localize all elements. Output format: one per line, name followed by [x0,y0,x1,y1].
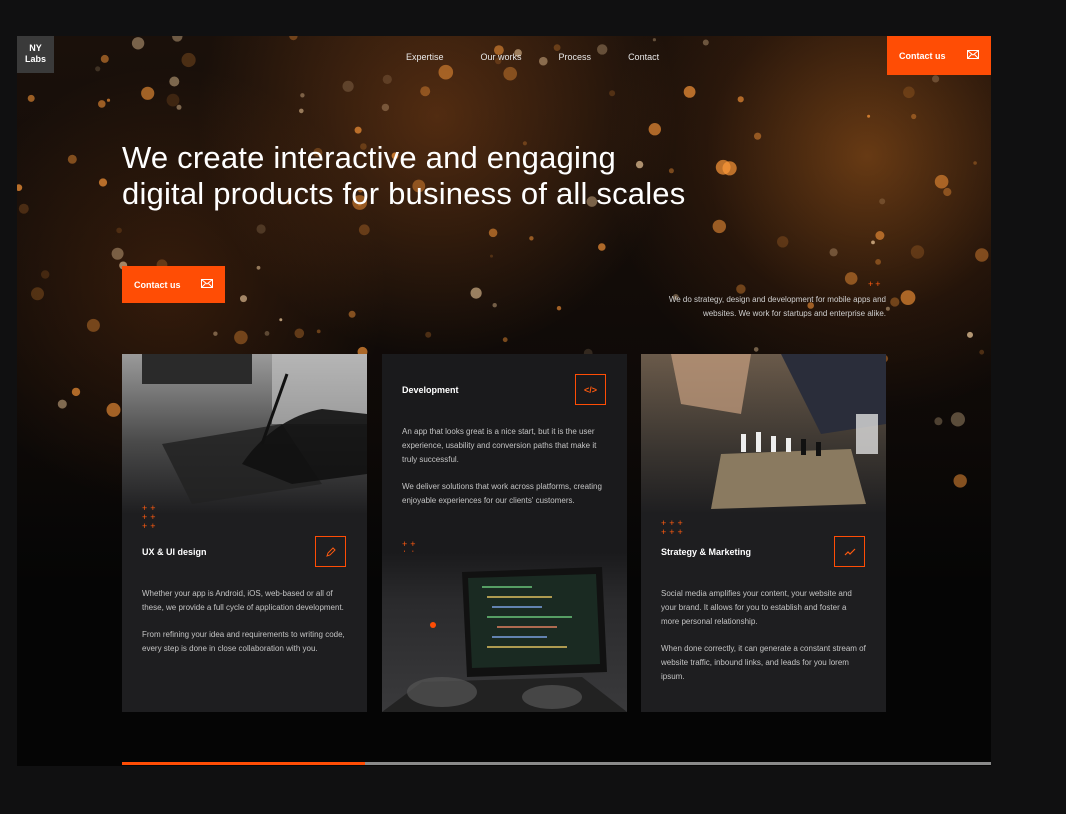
card-description: An app that looks great is a nice start,… [402,425,607,508]
plus-decoration-icon: ++ [868,279,883,289]
service-card-development[interactable]: Development </> An app that looks great … [382,354,627,712]
hero-title: We create interactive and engaging digit… [122,140,686,211]
card-paragraph: From refining your idea and requirements… [142,630,345,653]
hero-contact-label: Contact us [134,279,181,290]
page: NY Labs Expertise Our works Process Cont… [17,36,991,766]
card-paragraph: Social media amplifies your content, you… [661,589,852,626]
carousel-progress-bar[interactable] [122,762,991,765]
hero-contact-button[interactable]: Contact us [122,266,225,303]
logo[interactable]: NY Labs [17,36,54,73]
card-paragraph: An app that looks great is a nice start,… [402,427,597,464]
code-icon[interactable]: </> [575,374,606,405]
card-paragraph: When done correctly, it can generate a c… [661,644,866,681]
plus-grid-icon: ++++++ [142,503,159,531]
logo-line-1: NY [29,43,42,53]
mail-icon [201,279,213,288]
chess-strategy-photo [641,354,886,514]
hero-tagline: We do strategy, design and development f… [668,295,886,318]
laptop-code-photo [382,552,627,712]
pencil-icon[interactable] [315,536,346,567]
card-description: Whether your app is Android, iOS, web-ba… [142,587,347,656]
card-paragraph: We deliver solutions that work across pl… [402,482,602,505]
nav-process[interactable]: Process [559,52,592,62]
service-card-ux[interactable]: ++ ++ ++ UX & UI design Whether your app i… [122,354,367,712]
nav-contact[interactable]: Contact [628,52,659,62]
nav-expertise[interactable]: Expertise [406,52,444,62]
code-icon-label: </> [583,384,597,395]
header-contact-button[interactable]: Contact us [887,36,991,75]
mail-icon [967,50,979,59]
chart-trend-icon-glyph [844,548,855,555]
designer-tablet-photo [122,354,367,514]
main-nav: Expertise Our works Process Contact [406,52,696,62]
carousel-progress-fill [122,762,366,765]
card-paragraph: Whether your app is Android, iOS, web-ba… [142,589,344,612]
pencil-icon-glyph [325,546,336,557]
plus-grid-icon: ++++++ [661,518,686,537]
chart-trend-icon[interactable] [834,536,865,567]
logo-line-2: Labs [24,54,46,64]
service-card-strategy[interactable]: +++ +++ Strategy & Marketing Social media… [641,354,886,712]
card-title: Strategy & Marketing [661,547,752,557]
header-contact-label: Contact us [899,50,946,61]
card-description: Social media amplifies your content, you… [661,587,866,684]
card-title: UX & UI design [142,547,207,557]
card-title: Development [402,385,459,395]
nav-our-works[interactable]: Our works [481,52,522,62]
